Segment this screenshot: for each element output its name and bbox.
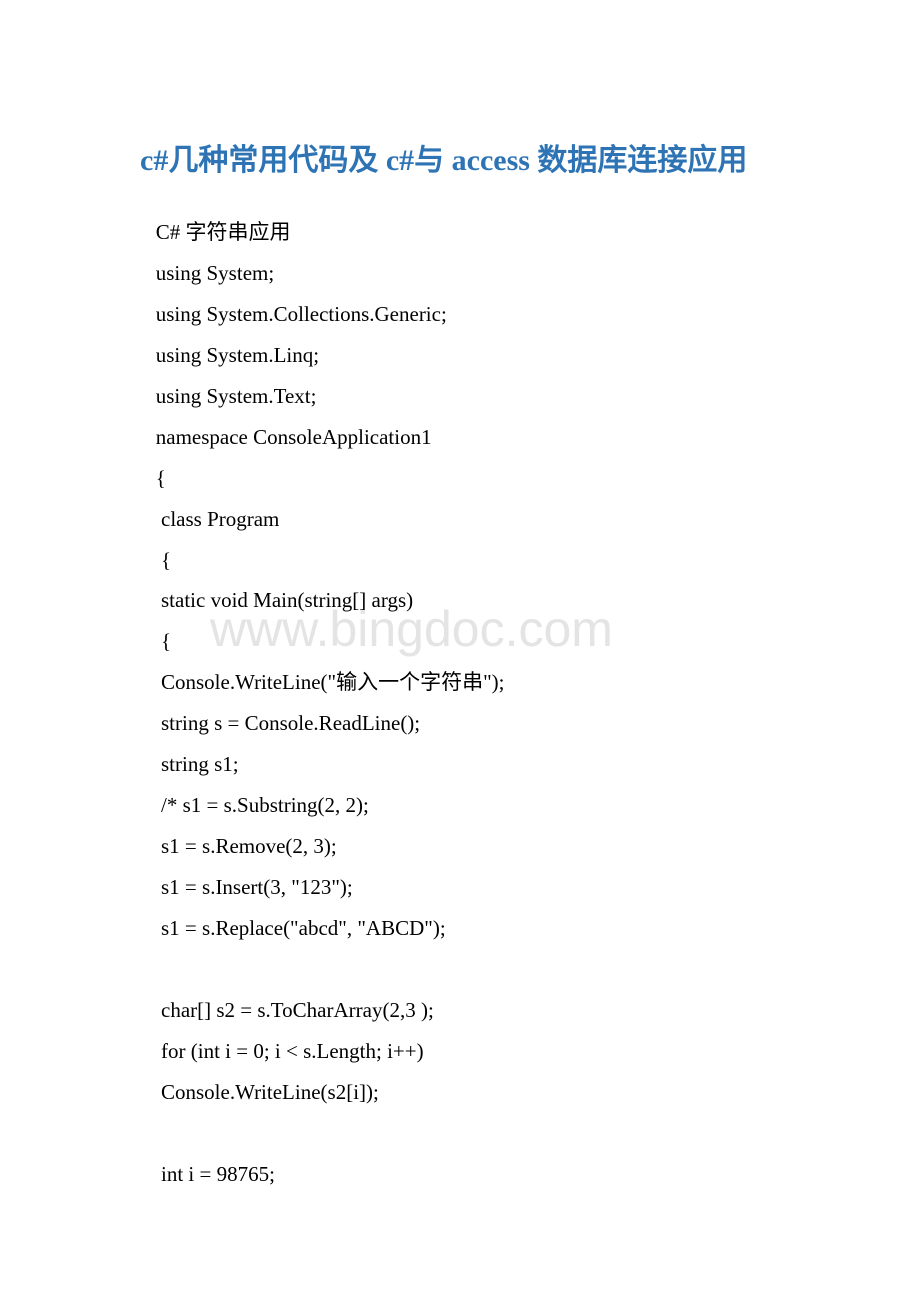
code-line: Console.WriteLine("输入一个字符串"); [140, 662, 820, 703]
code-line: string s = Console.ReadLine(); [140, 703, 820, 744]
code-line: static void Main(string[] args) [140, 580, 820, 621]
code-line: s1 = s.Insert(3, "123"); [140, 867, 820, 908]
code-line: using System.Collections.Generic; [140, 294, 820, 335]
code-line: string s1; [140, 744, 820, 785]
code-content: C# 字符串应用 using System; using System.Coll… [140, 212, 820, 1195]
code-line: namespace ConsoleApplication1 [140, 417, 820, 458]
code-line: class Program [140, 499, 820, 540]
code-line: Console.WriteLine(s2[i]); [140, 1072, 820, 1113]
code-line: { [140, 621, 820, 662]
code-line: s1 = s.Replace("abcd", "ABCD"); [140, 908, 820, 949]
code-line: { [140, 540, 820, 581]
code-line: char[] s2 = s.ToCharArray(2,3 ); [140, 990, 820, 1031]
code-line: using System.Text; [140, 376, 820, 417]
code-line [140, 949, 820, 990]
code-line: s1 = s.Remove(2, 3); [140, 826, 820, 867]
code-line [140, 1113, 820, 1154]
code-line: for (int i = 0; i < s.Length; i++) [140, 1031, 820, 1072]
code-line: using System.Linq; [140, 335, 820, 376]
document-content: c#几种常用代码及 c#与 access 数据库连接应用 C# 字符串应用 us… [140, 140, 820, 1195]
code-line: int i = 98765; [140, 1154, 820, 1195]
code-line: { [140, 458, 820, 499]
code-line: /* s1 = s.Substring(2, 2); [140, 785, 820, 826]
code-line: using System; [140, 253, 820, 294]
document-title: c#几种常用代码及 c#与 access 数据库连接应用 [140, 140, 820, 182]
code-line: C# 字符串应用 [140, 212, 820, 253]
